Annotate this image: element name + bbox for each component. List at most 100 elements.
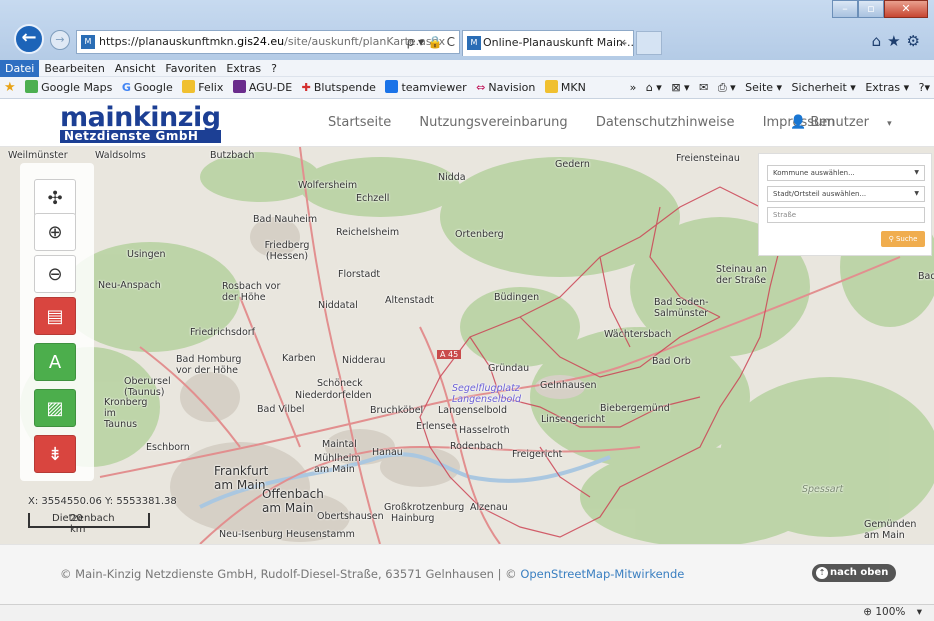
map-label: Gelnhausen — [540, 380, 597, 391]
favorites-star-icon[interactable]: ★ — [4, 77, 16, 98]
caret-down-icon: ▼ — [914, 190, 919, 197]
forward-arrow-icon: → — [55, 33, 65, 46]
fav-blutspende[interactable]: ✚ Blutspende — [301, 77, 376, 98]
help-icon[interactable]: ?▾ — [919, 81, 930, 94]
nav-datenschutzhinweise[interactable]: Datenschutzhinweise — [596, 115, 735, 130]
drk-icon: ✚ — [301, 81, 311, 94]
fav-mkn[interactable]: MKN — [544, 77, 586, 98]
tab-title: Online-Planauskunft Main-... — [483, 36, 634, 49]
home-icon[interactable]: ⌂ ▾ — [646, 81, 662, 94]
fav-google[interactable]: G Google — [122, 77, 173, 98]
feeds-icon[interactable]: ⊠ ▾ — [671, 81, 689, 94]
print-icon[interactable]: ⎙ ▾ — [718, 81, 736, 94]
nav-nutzungsvereinbarung[interactable]: Nutzungsvereinbarung — [419, 115, 567, 130]
map-label: Hainburg — [391, 513, 435, 524]
caret-down-icon: ▼ — [914, 169, 919, 176]
map-label: Bruchköbel — [370, 405, 424, 416]
felix-icon — [182, 80, 196, 93]
site-logo[interactable]: mainkinzig Netzdienste GmbH — [60, 104, 221, 143]
menu-help[interactable]: ? — [266, 60, 282, 77]
menu-extras[interactable]: Extras — [221, 60, 266, 77]
map-label: Freigericht — [512, 449, 563, 460]
back-button[interactable]: ← — [14, 24, 44, 54]
map-label: Obertshausen — [317, 511, 384, 522]
map-label: Butzbach — [210, 150, 255, 161]
zoom-control[interactable]: ⊕ 100% ▾ — [863, 606, 922, 618]
fav-google-maps[interactable]: Google Maps — [25, 77, 112, 98]
tab-close-icon[interactable]: × — [618, 31, 627, 55]
osm-contributors-link[interactable]: OpenStreetMap-Mitwirkende — [520, 567, 684, 581]
zoom-in-icon: ⊕ — [47, 222, 63, 243]
menu-sicherheit[interactable]: Sicherheit ▾ — [792, 81, 856, 94]
close-window-button[interactable]: ✕ — [884, 0, 928, 18]
pan-button[interactable]: ✣ — [34, 179, 76, 217]
street-input[interactable]: Straße — [767, 207, 925, 223]
map-label: Mühlheim am Main — [314, 453, 361, 475]
zoom-in-button[interactable]: ⊕ — [34, 213, 76, 251]
nav-startseite[interactable]: Startseite — [328, 115, 391, 130]
map-label: Langenselbold — [438, 405, 507, 416]
map-label: Wolfersheim — [298, 180, 358, 191]
menu-ansicht[interactable]: Ansicht — [110, 60, 161, 77]
arrow-up-icon: ⇡ — [816, 567, 828, 579]
map-label: Heusenstamm — [286, 529, 355, 540]
road-map-button[interactable]: A — [34, 343, 76, 381]
caret-down-icon: ▾ — [887, 119, 892, 129]
legend-button[interactable]: ⇟ — [34, 435, 76, 473]
list-icon: ▤ — [46, 306, 64, 327]
map-label: Wächtersbach — [604, 329, 672, 340]
map-label: Oberursel (Taunus) — [124, 376, 171, 398]
browser-right-tools[interactable]: ⌂★⚙ — [872, 32, 926, 50]
image-icon: ▨ — [46, 398, 64, 419]
menu-bearbeiten[interactable]: Bearbeiten — [39, 60, 109, 77]
user-menu[interactable]: 👤 Benutzer ▾ — [790, 115, 892, 130]
browser-tab[interactable]: M Online-Planauskunft Main-... × — [462, 30, 634, 56]
fav-agu-de[interactable]: AGU-DE — [232, 77, 292, 98]
aerial-map-button[interactable]: ▨ — [34, 389, 76, 427]
forward-button[interactable]: → — [50, 30, 70, 50]
map-label: Alzenau — [470, 502, 508, 513]
map-label: Bad Soden-Salmünster — [654, 297, 709, 319]
map-toolbar: ✣ ⊕ ⊖ ▤ A ▨ ⇟ — [20, 163, 94, 481]
highway-label: A 45 — [437, 350, 462, 359]
navision-icon: ⇔ — [476, 81, 486, 94]
map-label: Florstadt — [338, 269, 381, 280]
logo-main-text: mainkinzig — [60, 102, 221, 133]
map-label: Neu-Isenburg — [219, 529, 283, 540]
menu-extras-cmd[interactable]: Extras ▾ — [865, 81, 909, 94]
map-label: Hasselroth — [459, 425, 510, 436]
address-bar[interactable]: Mhttps://planauskunftmkn.gis24.eu/site/a… — [76, 30, 460, 54]
layers-button[interactable]: ▤ — [34, 297, 76, 335]
mail-icon[interactable]: ✉ — [699, 81, 708, 94]
address-bar-tools[interactable]: ρ ▾ 🔒 C — [407, 31, 455, 53]
page-footer: © Main-Kinzig Netzdienste GmbH, Rudolf-D… — [0, 544, 934, 604]
site-favicon-icon: M — [81, 35, 95, 49]
new-tab-button[interactable] — [636, 31, 662, 55]
maximize-button[interactable]: ▫ — [858, 0, 884, 18]
menu-favoriten[interactable]: Favoriten — [160, 60, 221, 77]
fav-teamviewer[interactable]: teamviewer — [385, 77, 467, 98]
map-label: Reichelsheim — [336, 227, 400, 238]
back-to-top-button[interactable]: ⇡ nach oben — [812, 564, 897, 582]
kommune-select[interactable]: Kommune auswählen... ▼ — [767, 165, 925, 181]
more-chevron-icon[interactable]: » — [630, 81, 637, 94]
search-button[interactable]: ⚲ Suche — [881, 231, 925, 247]
map-label: Bad Nauheim — [253, 214, 318, 225]
map-label: Gemünden am Main — [864, 519, 917, 541]
menu-seite[interactable]: Seite ▾ — [745, 81, 782, 94]
map-label: Friedberg (Hessen) — [264, 240, 310, 262]
zoom-out-button[interactable]: ⊖ — [34, 255, 76, 293]
menu-datei[interactable]: Datei — [0, 60, 40, 77]
ortsteil-select[interactable]: Stadt/Ortsteil auswählen... ▼ — [767, 186, 925, 202]
map-label: Waldsolms — [95, 150, 146, 161]
footer-copyright: © Main-Kinzig Netzdienste GmbH, Rudolf-D… — [60, 567, 685, 581]
fav-navision[interactable]: ⇔ Navision — [476, 77, 535, 98]
minimize-button[interactable]: – — [832, 0, 858, 18]
map-label: Linsengericht — [541, 414, 606, 425]
map-label: Weilmünster — [8, 150, 68, 161]
fav-felix[interactable]: Felix — [182, 77, 223, 98]
zoom-out-icon: ⊖ — [47, 264, 63, 285]
mkn-icon — [544, 80, 558, 93]
map-label: Freiensteinau — [676, 153, 740, 164]
command-bar: » ⌂ ▾ ⊠ ▾ ✉ ⎙ ▾ Seite ▾ Sicherheit ▾ Ext… — [617, 77, 930, 98]
